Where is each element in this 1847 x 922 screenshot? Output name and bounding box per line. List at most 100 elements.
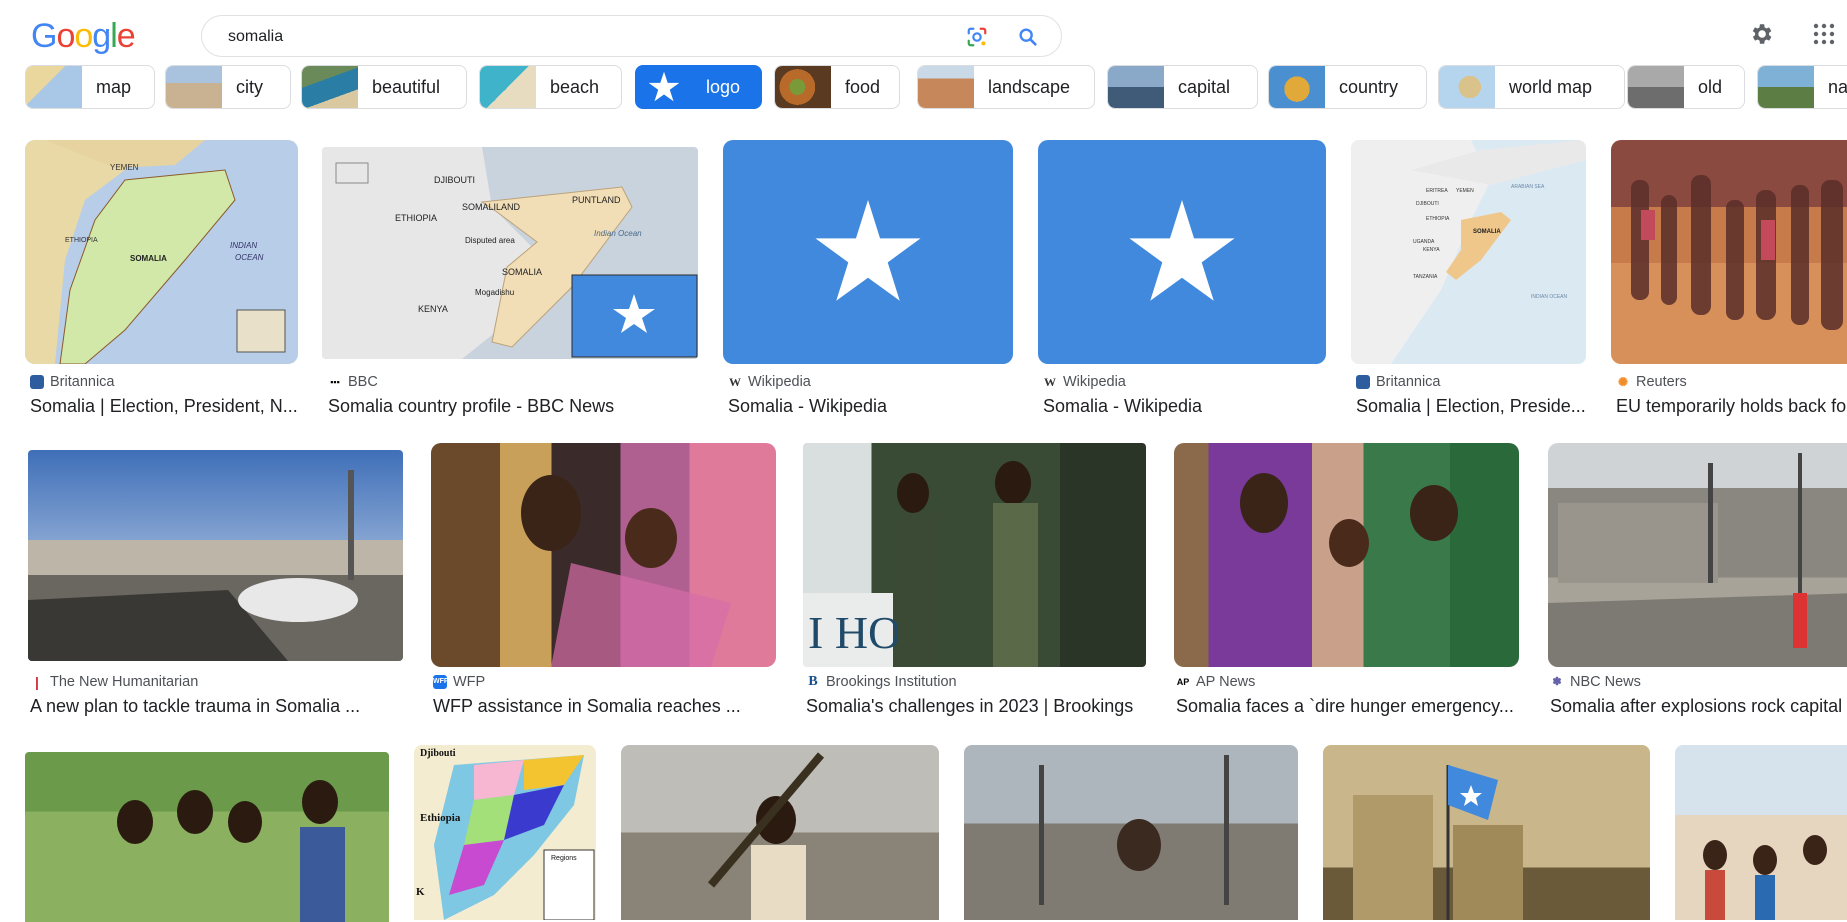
- result-image[interactable]: [621, 745, 939, 920]
- new-humanitarian-icon: |: [30, 675, 44, 689]
- chip-country[interactable]: country: [1268, 65, 1427, 109]
- google-lens-icon[interactable]: [966, 26, 988, 48]
- result-image[interactable]: [28, 450, 403, 661]
- image-result[interactable]: DJIBOUTI PUNTLAND SOMALILAND ETHIOPIA Di…: [322, 147, 698, 420]
- chip-label: logo: [706, 76, 741, 97]
- chip-world-map[interactable]: world map: [1438, 65, 1625, 109]
- image-result[interactable]: ✽ NBC News Somalia after explosions rock …: [1548, 443, 1847, 725]
- result-image[interactable]: Djibouti Ethiopia Regions K: [414, 745, 596, 920]
- result-title[interactable]: Somalia country profile - BBC News: [328, 396, 698, 417]
- result-source[interactable]: ✺ Reuters: [1616, 374, 1687, 390]
- flag-image[interactable]: [1038, 140, 1326, 364]
- result-source[interactable]: B Brookings Institution: [806, 674, 957, 690]
- result-image[interactable]: [1323, 745, 1650, 920]
- image-result[interactable]: YEMEN ETHIOPIA SOMALIA INDIAN OCEAN Brit…: [25, 140, 298, 420]
- chip-food[interactable]: food: [774, 65, 900, 109]
- result-source[interactable]: W Wikipedia: [728, 374, 811, 390]
- result-source[interactable]: ▪▪▪ BBC: [328, 374, 378, 390]
- chip-label: city: [236, 76, 263, 97]
- map-label: KENYA: [418, 304, 448, 314]
- chip-landscape[interactable]: landscape: [917, 65, 1095, 109]
- map-label: SOMALIA: [1473, 229, 1501, 235]
- search-icon[interactable]: [1017, 26, 1039, 48]
- result-title[interactable]: Somalia | Election, President, N...: [30, 396, 305, 417]
- result-image[interactable]: [964, 745, 1298, 920]
- britannica-icon: [1356, 375, 1370, 389]
- image-result[interactable]: [1675, 745, 1847, 920]
- result-image[interactable]: YEMEN ETHIOPIA SOMALIA INDIAN OCEAN: [25, 140, 298, 364]
- chip-na[interactable]: na: [1757, 65, 1847, 109]
- chip-thumbnail: [1628, 66, 1684, 108]
- google-logo[interactable]: Google: [31, 17, 136, 56]
- reuters-icon: ✺: [1616, 375, 1630, 389]
- result-title[interactable]: Somalia - Wikipedia: [728, 396, 1013, 417]
- result-title[interactable]: WFP assistance in Somalia reaches ...: [433, 696, 776, 717]
- result-image[interactable]: [431, 443, 776, 667]
- source-name: Britannica: [1376, 374, 1441, 390]
- map-label: OCEAN: [235, 253, 264, 262]
- result-source[interactable]: W Wikipedia: [1043, 374, 1126, 390]
- bbc-icon: ▪▪▪: [328, 375, 342, 389]
- result-image[interactable]: [1174, 443, 1519, 667]
- result-source[interactable]: Britannica: [30, 374, 114, 390]
- image-result[interactable]: WFP WFP WFP assistance in Somalia reaches…: [431, 443, 776, 725]
- map-label: SOMALILAND: [462, 202, 521, 212]
- image-result[interactable]: W Wikipedia Somalia - Wikipedia: [723, 140, 1013, 420]
- result-image[interactable]: DJIBOUTI PUNTLAND SOMALILAND ETHIOPIA Di…: [322, 147, 698, 359]
- result-title[interactable]: Somalia's challenges in 2023 | Brookings: [806, 696, 1146, 717]
- apps-grid-icon[interactable]: [1812, 22, 1836, 46]
- brookings-icon: B: [806, 675, 820, 689]
- chip-beautiful[interactable]: beautiful: [301, 65, 467, 109]
- result-title[interactable]: Somalia faces a `dire hunger emergency..…: [1176, 696, 1519, 717]
- chip-city[interactable]: city: [165, 65, 291, 109]
- result-image[interactable]: [1675, 745, 1847, 920]
- result-image[interactable]: [25, 752, 389, 922]
- image-result[interactable]: ✺ Reuters EU temporarily holds back fo: [1611, 140, 1847, 420]
- wikipedia-icon: W: [728, 375, 742, 389]
- map-label: Ethiopia: [420, 812, 461, 824]
- result-source[interactable]: AP AP News: [1176, 674, 1255, 690]
- result-source[interactable]: Britannica: [1356, 374, 1440, 390]
- result-title[interactable]: EU temporarily holds back fo: [1616, 396, 1847, 417]
- image-result[interactable]: Djibouti Ethiopia Regions K: [414, 745, 596, 920]
- image-result[interactable]: [1323, 745, 1650, 920]
- result-title[interactable]: Somalia - Wikipedia: [1043, 396, 1326, 417]
- result-source[interactable]: ✽ NBC News: [1550, 674, 1641, 690]
- result-title[interactable]: Somalia | Election, Preside...: [1356, 396, 1588, 417]
- result-image[interactable]: I HOT: [803, 443, 1146, 667]
- map-label: Indian Ocean: [594, 229, 642, 238]
- chip-capital[interactable]: capital: [1107, 65, 1258, 109]
- chip-logo[interactable]: logo: [635, 65, 762, 109]
- gear-icon[interactable]: [1748, 21, 1774, 47]
- result-title[interactable]: A new plan to tackle trauma in Somalia .…: [30, 696, 410, 717]
- wfp-icon: WFP: [433, 675, 449, 689]
- flag-image[interactable]: [723, 140, 1013, 364]
- chip-map[interactable]: map: [25, 65, 155, 109]
- map-label: YEMEN: [110, 163, 139, 172]
- map-label: Mogadishu: [475, 288, 514, 297]
- image-result[interactable]: [964, 745, 1298, 920]
- result-title[interactable]: Somalia after explosions rock capital: [1550, 696, 1847, 717]
- result-source[interactable]: | The New Humanitarian: [30, 674, 198, 690]
- source-name: WFP: [453, 674, 486, 690]
- image-result[interactable]: ERITREA YEMEN ARABIAN SEA DJIBOUTI ETHIO…: [1351, 140, 1586, 420]
- search-input[interactable]: [226, 24, 950, 50]
- chip-label: world map: [1509, 76, 1593, 97]
- ap-news-icon: AP: [1176, 675, 1190, 689]
- result-source[interactable]: WFP WFP: [433, 674, 485, 690]
- result-image[interactable]: [1611, 140, 1847, 364]
- map-label: TANZANIA: [1413, 274, 1438, 280]
- filter-chips: map city beautiful beach logo food lands…: [0, 63, 1847, 113]
- image-result[interactable]: I HOT B Brookings Institution Somalia's c…: [803, 443, 1146, 725]
- image-result[interactable]: | The New Humanitarian A new plan to tack…: [28, 450, 403, 725]
- chip-old[interactable]: old: [1627, 65, 1745, 109]
- chip-beach[interactable]: beach: [479, 65, 622, 109]
- result-image[interactable]: ERITREA YEMEN ARABIAN SEA DJIBOUTI ETHIO…: [1351, 140, 1586, 364]
- image-result[interactable]: AP AP News Somalia faces a `dire hunger e…: [1174, 443, 1519, 725]
- image-result[interactable]: [25, 752, 389, 922]
- image-result[interactable]: [621, 745, 939, 920]
- chip-thumbnail: [1108, 66, 1164, 108]
- header: Google: [0, 0, 1847, 66]
- image-result[interactable]: W Wikipedia Somalia - Wikipedia: [1038, 140, 1326, 420]
- result-image[interactable]: [1548, 443, 1847, 667]
